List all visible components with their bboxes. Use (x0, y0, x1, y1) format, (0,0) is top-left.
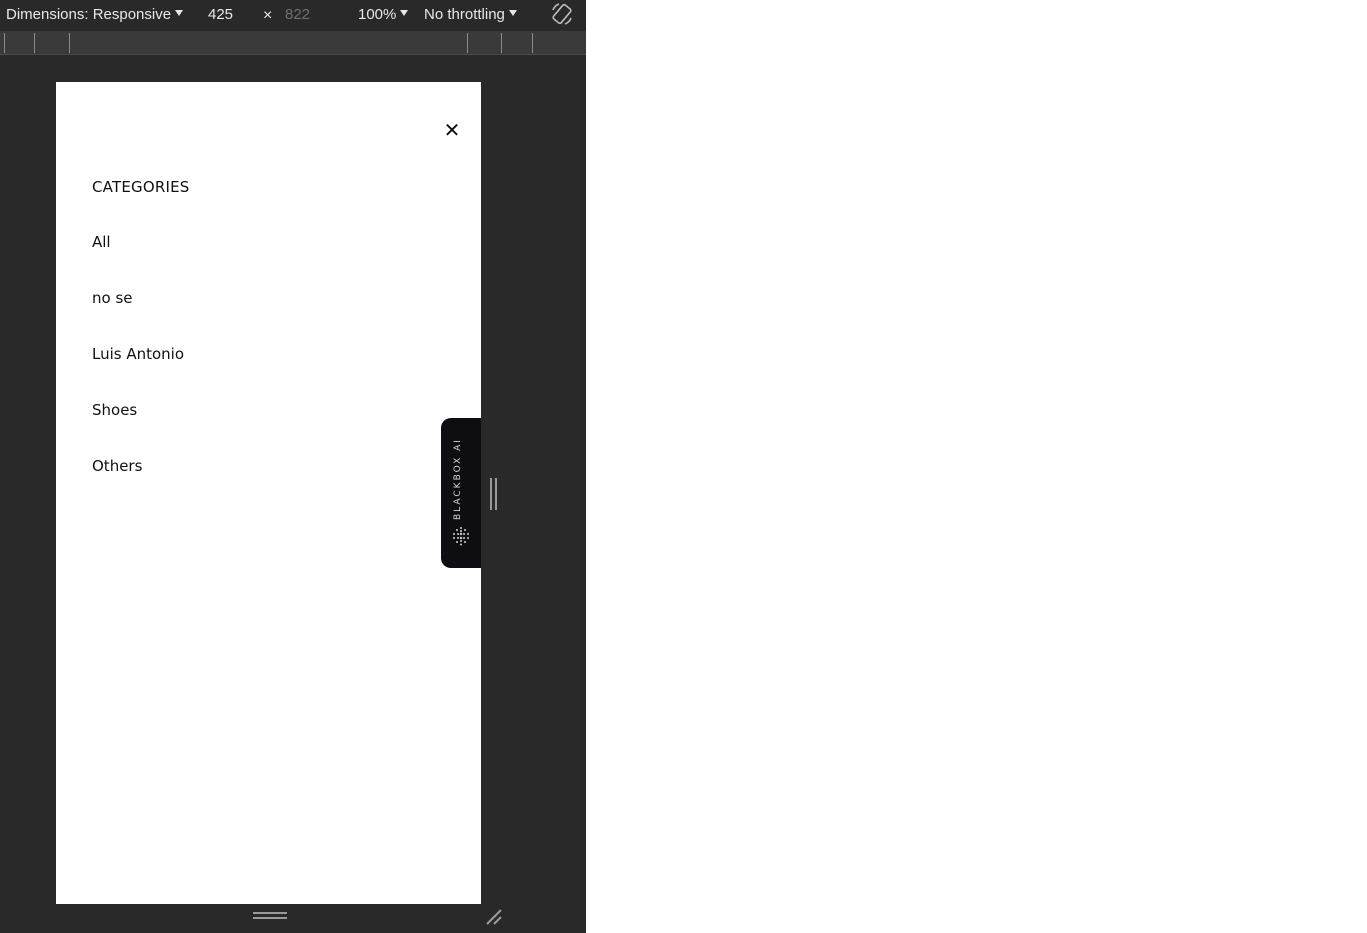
category-item-luis-antonio[interactable]: Luis Antonio (92, 346, 184, 402)
handle-bar (253, 912, 287, 914)
categories-heading: CATEGORIES (92, 178, 190, 196)
height-input[interactable]: 822 (285, 6, 310, 23)
chevron-down-icon (400, 10, 409, 16)
bottom-resize-handle[interactable] (253, 912, 287, 920)
rotate-icon[interactable] (550, 2, 574, 28)
chevron-down-icon (508, 10, 517, 16)
blackbox-ai-tab[interactable]: BLACKBOX AI (441, 418, 481, 568)
devtools-device-mode: Dimensions: Responsive 425 × 822 100% No… (0, 0, 586, 933)
device-viewport: ✕ CATEGORIES All no se Luis Antonio Shoe… (56, 82, 481, 904)
ruler-tick (467, 33, 468, 53)
blackbox-logo-icon (453, 527, 469, 546)
width-input[interactable]: 425 (208, 6, 233, 23)
category-item-no-se[interactable]: no se (92, 290, 184, 346)
times-icon: × (263, 7, 273, 24)
ruler-tick (34, 33, 35, 53)
dimensions-dropdown[interactable]: Dimensions: Responsive (6, 6, 184, 23)
handle-bar (495, 478, 497, 510)
category-item-all[interactable]: All (92, 234, 184, 290)
handle-bar (490, 478, 492, 510)
throttling-dropdown[interactable]: No throttling (424, 6, 517, 23)
category-item-shoes[interactable]: Shoes (92, 402, 184, 458)
blackbox-ai-label: BLACKBOX AI (453, 438, 463, 520)
zoom-dropdown[interactable]: 100% (358, 6, 409, 23)
dimensions-label: Dimensions: Responsive (6, 6, 172, 23)
chevron-down-icon (175, 10, 184, 16)
corner-resize-icon[interactable] (484, 907, 504, 927)
close-icon[interactable]: ✕ (442, 120, 462, 140)
throttling-label: No throttling (424, 6, 505, 23)
handle-bar (253, 917, 287, 919)
ruler-tick (69, 33, 70, 53)
category-item-others[interactable]: Others (92, 458, 184, 514)
device-toolbar: Dimensions: Responsive 425 × 822 100% No… (0, 0, 586, 31)
ruler-tick (4, 33, 5, 53)
ruler-tick (532, 33, 533, 53)
zoom-label: 100% (358, 6, 397, 23)
media-query-ruler[interactable] (0, 31, 586, 55)
category-list: All no se Luis Antonio Shoes Others (92, 234, 184, 514)
ruler-tick (501, 33, 502, 53)
right-resize-handle[interactable] (490, 478, 498, 510)
